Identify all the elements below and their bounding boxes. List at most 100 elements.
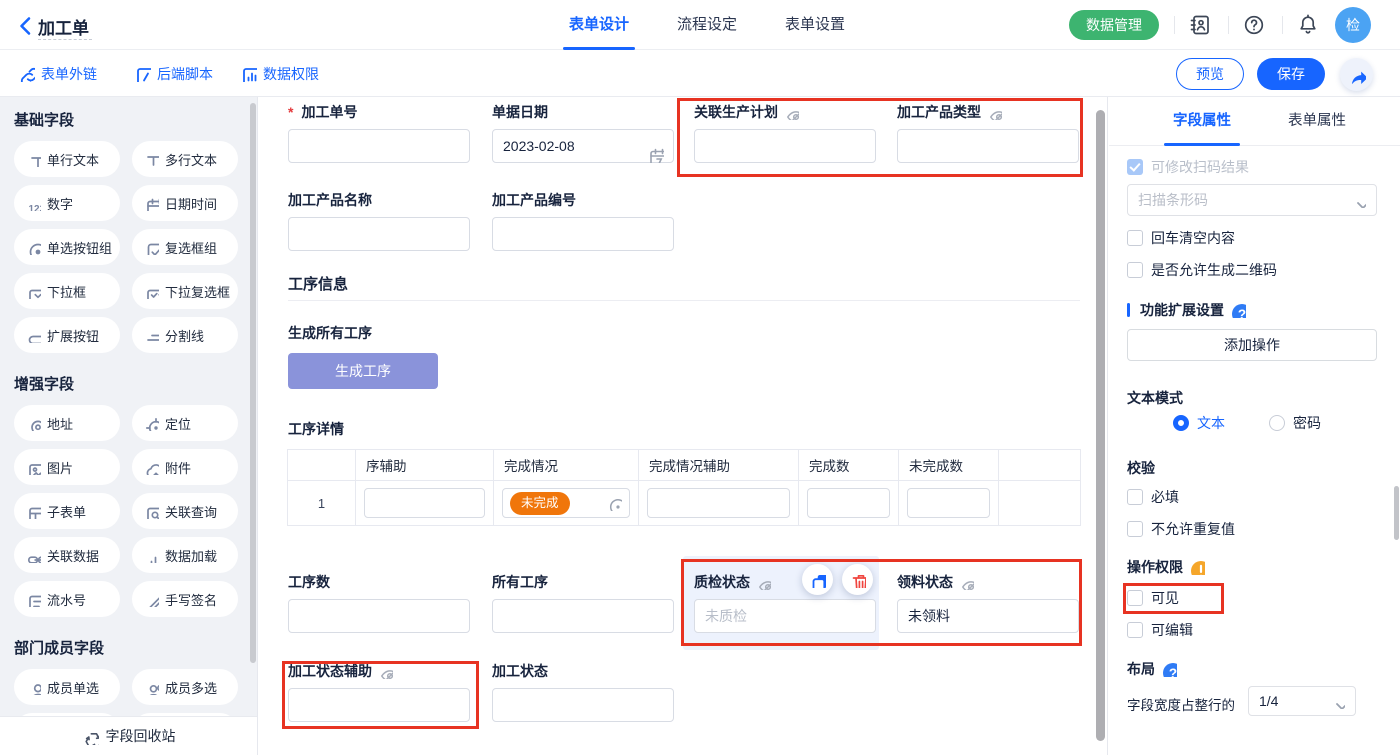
calendar-icon: [144, 196, 159, 211]
user-avatar[interactable]: 检: [1335, 7, 1371, 43]
sidebar-item-member-multi[interactable]: 成员多选: [132, 669, 238, 705]
tab-form-properties[interactable]: 表单属性: [1277, 97, 1357, 146]
main-tabs: 表单设计 流程设定 表单设置: [563, 0, 851, 50]
sidebar-item-related-data[interactable]: 关联数据: [14, 537, 120, 573]
field-label: 加工状态: [492, 662, 674, 680]
sidebar-item-extend-button[interactable]: 扩展按钮: [14, 317, 120, 353]
help-icon[interactable]: [1242, 13, 1266, 37]
backend-script-link[interactable]: 后端脚本: [134, 50, 213, 97]
scan-mode-select[interactable]: 扫描条形码: [1127, 184, 1377, 216]
text-mode-radio[interactable]: [1173, 415, 1189, 431]
plan-link-input[interactable]: [694, 129, 876, 163]
sidebar-item-checkbox-group[interactable]: 复选框组: [132, 229, 238, 265]
preview-button[interactable]: 预览: [1176, 58, 1244, 90]
subform-icon: [26, 504, 41, 519]
all-proc-input[interactable]: [492, 599, 674, 633]
sidebar-item-dropdown-multi[interactable]: 下拉复选框: [132, 273, 238, 309]
aux-input[interactable]: [364, 488, 485, 518]
sidebar-item-address[interactable]: 地址: [14, 405, 120, 441]
field-order-no[interactable]: *加工单号: [288, 103, 470, 163]
tab-form-setting[interactable]: 表单设置: [779, 0, 851, 50]
tab-form-design[interactable]: 表单设计: [563, 0, 635, 50]
editable-checkbox[interactable]: [1127, 622, 1143, 638]
sidebar-item-subform[interactable]: 子表单: [14, 493, 120, 529]
panel-scrollbar[interactable]: [1394, 486, 1399, 540]
generate-process-button[interactable]: 生成工序: [288, 353, 438, 389]
complete-count-input[interactable]: [807, 488, 890, 518]
field-material-status[interactable]: 领料状态: [897, 573, 1079, 633]
complete-aux-input[interactable]: [647, 488, 790, 518]
add-action-button[interactable]: 添加操作: [1127, 329, 1377, 361]
table-header-row: 序辅助 完成情况 完成情况辅助 完成数 未完成数: [288, 450, 1081, 481]
complete-status-cell[interactable]: 未完成: [502, 488, 630, 518]
clear-on-enter-checkbox[interactable]: [1127, 230, 1143, 246]
sidebar-item-single-text[interactable]: 单行文本: [14, 141, 120, 177]
back-icon[interactable]: [14, 14, 36, 36]
select-circle-icon[interactable]: [606, 495, 622, 511]
notification-bell-icon[interactable]: [1296, 13, 1320, 37]
help-filled-icon[interactable]: [1230, 302, 1246, 318]
copy-field-button[interactable]: [802, 564, 833, 595]
save-button[interactable]: 保存: [1257, 58, 1325, 90]
order-no-input[interactable]: [288, 129, 470, 163]
share-button[interactable]: [1340, 58, 1373, 91]
visible-row: 可见: [1127, 588, 1179, 608]
sidebar-item-related-query[interactable]: 关联查询: [132, 493, 238, 529]
qc-status-input[interactable]: [694, 599, 876, 633]
sidebar-item-datetime[interactable]: 日期时间: [132, 185, 238, 221]
field-proc-count[interactable]: 工序数: [288, 573, 470, 633]
sidebar-item-divider[interactable]: 分割线: [132, 317, 238, 353]
allow-qrcode-checkbox[interactable]: [1127, 262, 1143, 278]
sidebar-scrollbar[interactable]: [250, 103, 256, 663]
no-repeat-checkbox[interactable]: [1127, 521, 1143, 537]
incomplete-count-input[interactable]: [907, 488, 990, 518]
field-label: *加工单号: [288, 103, 470, 121]
width-label: 字段宽度占整行的: [1127, 694, 1235, 714]
address-book-icon[interactable]: [1188, 13, 1212, 37]
status-aux-input[interactable]: [288, 688, 470, 722]
canvas-scrollbar[interactable]: [1096, 110, 1105, 741]
width-select[interactable]: 1/4: [1248, 686, 1356, 716]
field-product-name[interactable]: 加工产品名称: [288, 191, 470, 251]
delete-field-button[interactable]: [842, 564, 873, 595]
sidebar-item-signature[interactable]: 手写签名: [132, 581, 238, 617]
proc-count-input[interactable]: [288, 599, 470, 633]
data-manage-button[interactable]: 数据管理: [1069, 10, 1159, 40]
sidebar-item-number[interactable]: 数字: [14, 185, 120, 221]
tab-field-properties[interactable]: 字段属性: [1162, 97, 1242, 146]
visible-checkbox[interactable]: [1127, 590, 1143, 606]
field-recycle-bin[interactable]: 字段回收站: [0, 716, 257, 755]
product-name-input[interactable]: [288, 217, 470, 251]
sidebar-item-multi-text[interactable]: 多行文本: [132, 141, 238, 177]
tab-flow-setting[interactable]: 流程设定: [671, 0, 743, 50]
field-product-no[interactable]: 加工产品编号: [492, 191, 674, 251]
form-external-link[interactable]: 表单外链: [18, 50, 97, 97]
sidebar-item-dropdown[interactable]: 下拉框: [14, 273, 120, 309]
field-plan-link[interactable]: 关联生产计划: [694, 103, 876, 163]
help-filled-icon[interactable]: [1161, 661, 1177, 677]
sidebar-item-data-load[interactable]: 数据加载: [132, 537, 238, 573]
field-order-date[interactable]: 单据日期: [492, 103, 674, 163]
warning-filled-icon[interactable]: [1189, 559, 1205, 575]
sidebar-item-member-single[interactable]: 成员单选: [14, 669, 120, 705]
field-label: 领料状态: [897, 573, 1079, 591]
sidebar-item-serial-number[interactable]: 流水号: [14, 581, 120, 617]
field-product-type[interactable]: 加工产品类型: [897, 103, 1079, 163]
image-icon: [26, 460, 41, 475]
material-status-input[interactable]: [897, 599, 1079, 633]
field-status-aux[interactable]: 加工状态辅助: [288, 662, 470, 722]
password-mode-radio[interactable]: [1269, 415, 1285, 431]
sidebar-item-attachment[interactable]: 附件: [132, 449, 238, 485]
proc-status-input[interactable]: [492, 688, 674, 722]
scan-editable-checkbox[interactable]: [1127, 159, 1143, 175]
product-no-input[interactable]: [492, 217, 674, 251]
sidebar-item-location[interactable]: 定位: [132, 405, 238, 441]
product-type-input[interactable]: [897, 129, 1079, 163]
required-checkbox[interactable]: [1127, 489, 1143, 505]
sidebar-item-image[interactable]: 图片: [14, 449, 120, 485]
data-permission-link[interactable]: 数据权限: [240, 50, 319, 97]
field-proc-status[interactable]: 加工状态: [492, 662, 674, 722]
sidebar-item-radio-group[interactable]: 单选按钮组: [14, 229, 120, 265]
field-all-proc[interactable]: 所有工序: [492, 573, 674, 633]
section-title-basic: 基础字段: [14, 111, 243, 131]
